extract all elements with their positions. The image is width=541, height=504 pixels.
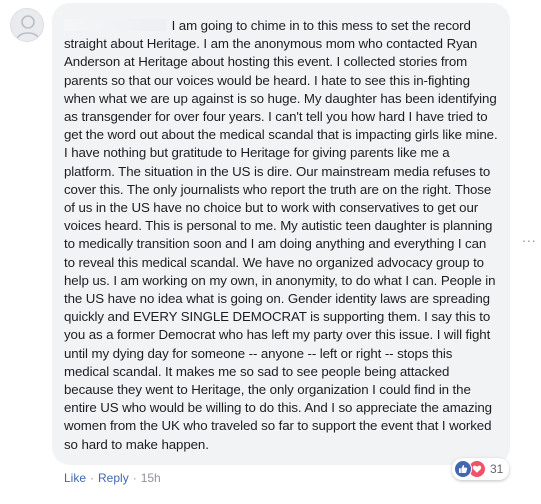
comment-actions: Like · Reply · 15h <box>64 471 161 485</box>
like-link[interactable]: Like <box>64 471 86 485</box>
comment-bubble: I am going to chime in to this mess to s… <box>52 3 510 465</box>
author-name-redacted[interactable] <box>64 19 166 31</box>
reply-link[interactable]: Reply <box>98 471 129 485</box>
separator-dot: · <box>90 471 95 485</box>
like-icon <box>454 460 472 478</box>
reactions-summary[interactable]: 31 <box>452 458 510 480</box>
more-options-icon[interactable]: ... <box>522 230 537 244</box>
separator-dot: · <box>132 471 137 485</box>
reaction-count: 31 <box>490 462 504 476</box>
default-avatar-icon <box>16 15 40 40</box>
comment-text: I am going to chime in to this mess to s… <box>64 18 498 452</box>
avatar[interactable] <box>10 8 44 42</box>
timestamp[interactable]: 15h <box>141 471 161 485</box>
